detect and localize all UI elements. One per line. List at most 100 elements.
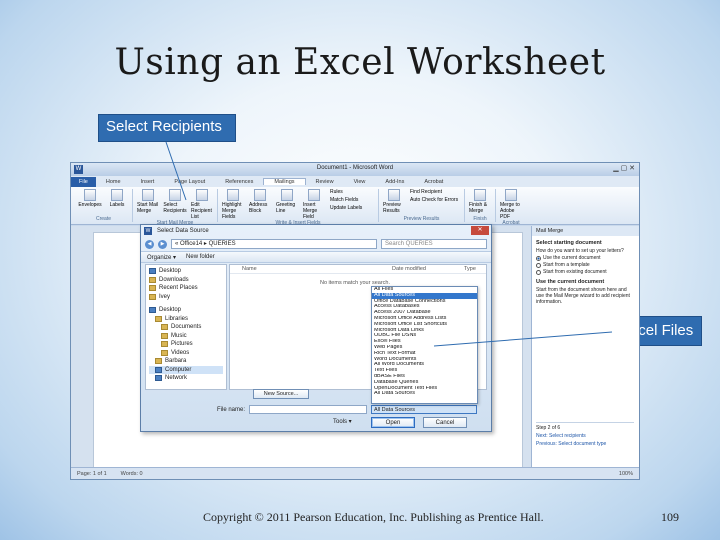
label-icon xyxy=(111,189,123,201)
forward-arrow-icon[interactable]: ▶ xyxy=(158,239,167,249)
dialog-buttons: Open Cancel xyxy=(371,417,467,428)
window-title: Document1 - Microsoft Word xyxy=(316,165,394,171)
group-label: Finish xyxy=(473,216,487,222)
option-existing-document[interactable]: Start from existing document xyxy=(536,269,635,275)
tab-page-layout[interactable]: Page Layout xyxy=(164,179,215,185)
tree-item[interactable]: Pictures xyxy=(149,340,223,349)
edit-recipient-list-button[interactable]: Edit Recipient List xyxy=(191,189,213,220)
tree-item[interactable]: Network xyxy=(149,374,223,383)
tab-insert[interactable]: Insert xyxy=(131,179,165,185)
field-small-buttons: Rules Match Fields Update Labels xyxy=(330,189,374,220)
group-finish: Finish & Merge Finish xyxy=(465,189,496,222)
step-label: Step 2 of 6 xyxy=(536,425,561,431)
tree-item[interactable]: Music xyxy=(149,332,223,341)
recipients-icon xyxy=(169,189,181,201)
word-count: Words: 0 xyxy=(120,470,143,477)
tab-references[interactable]: References xyxy=(215,179,263,185)
group-label: Preview Results xyxy=(403,216,440,222)
page-count: Page: 1 of 1 xyxy=(77,470,107,477)
finish-icon xyxy=(474,189,486,201)
edit-list-icon xyxy=(196,189,208,201)
library-icon xyxy=(155,315,162,322)
previous-link[interactable]: Previous: Select document type xyxy=(536,441,634,447)
path-field[interactable]: « Office14 ▸ QUERIES xyxy=(171,239,377,249)
pane-step: Step 2 of 6 Next: Select recipients Prev… xyxy=(536,422,634,449)
rules-button[interactable]: Rules xyxy=(330,189,374,195)
pane-title: Mail Merge xyxy=(532,226,639,236)
start-mail-merge-button[interactable]: Start Mail Merge xyxy=(137,189,159,220)
cancel-button[interactable]: Cancel xyxy=(423,417,467,428)
option-template[interactable]: Start from a template xyxy=(536,262,635,268)
tab-mailings[interactable]: Mailings xyxy=(263,178,306,185)
tree-item[interactable]: Ivey xyxy=(149,293,223,302)
match-fields-button[interactable]: Match Fields xyxy=(330,197,374,203)
labels-button[interactable]: Labels xyxy=(106,189,128,208)
finish-merge-button[interactable]: Finish & Merge xyxy=(469,189,491,214)
greeting-line-button[interactable]: Greeting Line xyxy=(276,189,298,220)
envelopes-button[interactable]: Envelopes xyxy=(78,189,102,208)
callout-select-recipients: Select Recipients xyxy=(98,114,236,142)
navigation-tree: Desktop Downloads Recent Places Ivey Des… xyxy=(145,264,227,390)
organize-button[interactable]: Organize ▾ xyxy=(147,254,176,261)
network-icon xyxy=(155,375,162,382)
back-arrow-icon[interactable]: ◀ xyxy=(145,239,154,249)
tab-acrobat[interactable]: Acrobat xyxy=(414,179,453,185)
zoom-level[interactable]: 100% xyxy=(619,471,633,477)
column-date-modified[interactable]: Date modified xyxy=(392,266,464,272)
file-type-select[interactable]: All Data Sources xyxy=(371,405,477,414)
folder-icon xyxy=(149,276,156,283)
tree-item[interactable]: Libraries xyxy=(149,315,223,324)
next-link[interactable]: Next: Select recipients xyxy=(536,433,634,439)
address-block-button[interactable]: Address Block xyxy=(249,189,271,220)
preview-icon xyxy=(388,189,400,201)
tree-item[interactable]: Barbara xyxy=(149,357,223,366)
file-type-dropdown: All Files All Data Sources Office Databa… xyxy=(371,286,478,404)
tree-item[interactable]: Videos xyxy=(149,349,223,358)
tab-add-ins[interactable]: Add-Ins xyxy=(375,179,414,185)
greeting-icon xyxy=(281,189,293,201)
computer-icon xyxy=(155,366,162,373)
title-bar: W Document1 - Microsoft Word ▁ ▢ ✕ xyxy=(71,163,639,176)
pictures-icon xyxy=(161,341,168,348)
file-name-input[interactable] xyxy=(249,405,368,414)
column-name[interactable]: Name xyxy=(242,266,392,272)
tree-item[interactable]: Downloads xyxy=(149,276,223,285)
option-current-document[interactable]: Use the current document xyxy=(536,255,635,261)
copyright-text: Copyright © 2011 Pearson Education, Inc.… xyxy=(203,510,544,524)
address-bar: ◀ ▶ « Office14 ▸ QUERIES Search QUERIES xyxy=(141,237,491,251)
slide-title: Using an Excel Worksheet xyxy=(114,42,606,83)
tab-home[interactable]: Home xyxy=(96,179,131,185)
tab-view[interactable]: View xyxy=(344,179,376,185)
desktop-icon xyxy=(149,307,156,314)
tree-item[interactable]: Documents xyxy=(149,323,223,332)
pane-description: Start from the document shown here and u… xyxy=(536,287,630,305)
tree-item[interactable]: Desktop xyxy=(149,267,223,276)
merge-to-pdf-button[interactable]: Merge to Adobe PDF xyxy=(500,189,522,220)
pane-section-heading: Use the current document xyxy=(536,279,605,285)
window-controls[interactable]: ▁ ▢ ✕ xyxy=(613,164,635,172)
column-type[interactable]: Type xyxy=(464,266,476,272)
search-input[interactable]: Search QUERIES xyxy=(381,239,487,249)
insert-merge-field-button[interactable]: Insert Merge Field xyxy=(303,189,325,220)
tab-file[interactable]: File xyxy=(71,176,96,187)
new-folder-button[interactable]: New folder xyxy=(186,254,215,260)
auto-check-errors-button[interactable]: Auto Check for Errors xyxy=(410,197,460,203)
music-icon xyxy=(161,332,168,339)
close-icon[interactable]: ✕ xyxy=(471,226,489,235)
open-button[interactable]: Open xyxy=(371,417,415,428)
tree-item[interactable]: Computer xyxy=(149,365,223,374)
preview-results-button[interactable]: Preview Results xyxy=(383,189,405,214)
insert-field-icon xyxy=(308,189,320,201)
select-recipients-button[interactable]: Select Recipients xyxy=(163,189,187,220)
dropdown-option[interactable]: All Data Sources xyxy=(372,391,477,397)
tree-item[interactable]: Recent Places xyxy=(149,284,223,293)
new-source-button[interactable]: New Source... xyxy=(253,389,309,399)
slide-number: 109 xyxy=(661,510,679,524)
tab-review[interactable]: Review xyxy=(306,179,344,185)
find-recipient-button[interactable]: Find Recipient xyxy=(410,189,460,195)
folder-icon xyxy=(149,285,156,292)
update-labels-button[interactable]: Update Labels xyxy=(330,205,374,211)
highlight-merge-fields-button[interactable]: Highlight Merge Fields xyxy=(222,189,244,220)
tree-item[interactable]: Desktop xyxy=(149,306,223,315)
tools-button[interactable]: Tools ▾ xyxy=(333,418,352,425)
